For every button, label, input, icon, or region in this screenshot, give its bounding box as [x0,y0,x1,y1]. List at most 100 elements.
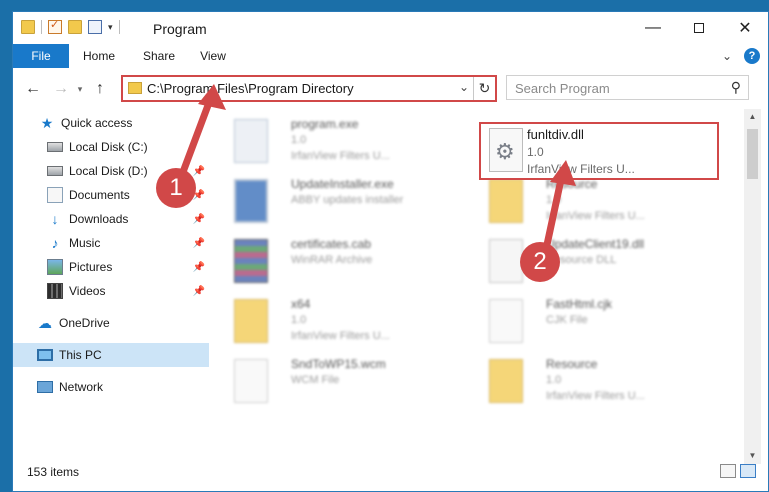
pin-icon: 📌 [192,165,205,177]
forward-arrow-icon[interactable]: → [50,78,72,100]
file-item[interactable]: FastHtml.cjk CJK File [464,293,704,349]
file-item[interactable]: certificates.cab WinRAR Archive [209,233,449,289]
sidebar-item-music[interactable]: ♪ Music 📌 [13,231,209,255]
pin-icon: 📌 [192,285,205,297]
music-icon: ♪ [51,235,59,251]
file-name: UpdateClient19.dll [546,237,645,251]
expand-ribbon-chevron-icon[interactable]: ⌄ [722,49,732,63]
navigation-pane: ★ Quick access Local Disk (C:) Local Dis… [13,109,209,469]
cloud-icon: ☁ [38,315,52,331]
properties-icon[interactable] [88,20,102,34]
file-item[interactable]: x64 1.0 IrfanView Filters U... [209,293,449,349]
installer-file-icon [234,179,268,223]
file-detail: WinRAR Archive [291,254,373,266]
file-item[interactable]: UpdateClient19.dll Resource DLL [464,233,704,289]
sidebar-item-videos[interactable]: Videos 📌 [13,279,209,303]
sidebar-item-label: Network [59,380,104,394]
scrollbar-thumb[interactable] [747,129,758,179]
file-name: SndToWP15.wcm [291,357,386,371]
drive-icon [47,166,63,176]
downloads-icon: ↓ [51,211,59,227]
address-bar[interactable]: C:\Program Files\Program Directory ⌄ ↻ [121,75,497,102]
sidebar-item-quick-access[interactable]: ★ Quick access [13,111,209,135]
folder-icon [21,20,35,34]
status-bar: 153 items [13,460,768,490]
highlighted-file-item[interactable]: ⚙ funltdiv.dll 1.0 IrfanView Filters U..… [479,122,719,180]
sidebar-item-label: Downloads [69,212,129,226]
sidebar-item-network[interactable]: Network [13,375,209,399]
large-icons-view-icon[interactable] [740,464,756,478]
details-view-icon[interactable] [720,464,736,478]
file-detail: 1.0 [291,314,307,326]
file-detail: WCM File [291,374,340,386]
maximize-icon [694,23,704,33]
file-detail: IrfanView Filters U... [527,162,635,176]
file-name: certificates.cab [291,237,372,251]
explorer-window: ▾ Program — ✕ File Home Share View ⌄ ? ←… [12,11,769,492]
dll-file-icon: ⚙ [489,128,523,172]
recent-locations-chevron-icon[interactable]: ▾ [73,78,87,100]
search-input[interactable]: Search Program ⚲ [506,75,749,100]
file-item[interactable]: UpdateInstaller.exe ABBY updates install… [209,173,449,229]
scroll-up-icon[interactable]: ▲ [744,109,761,125]
address-history-chevron-icon[interactable]: ⌄ [459,80,469,94]
sidebar-item-this-pc[interactable]: This PC [13,343,209,367]
network-icon [37,381,53,393]
file-item[interactable]: Resource 1.0 IrfanView Filters U... [464,353,704,409]
ribbon-controls: ⌄ ? [722,48,760,64]
tab-file[interactable]: File [13,44,69,68]
up-arrow-icon[interactable]: ↑ [89,78,111,100]
ribbon-tabs: File Home Share View ⌄ ? [13,44,768,68]
file-name: FastHtml.cjk [546,297,612,311]
sidebar-item-local-disk-c[interactable]: Local Disk (C:) [13,135,209,159]
back-arrow-icon[interactable]: ← [22,78,44,100]
sidebar-item-label: This PC [59,348,102,362]
vertical-scrollbar[interactable]: ▲ ▼ [744,109,761,464]
customize-toolbar-chevron-icon[interactable]: ▾ [108,22,113,33]
maximize-button[interactable] [676,12,722,44]
sidebar-item-label: Music [69,236,101,250]
sidebar-item-label: Videos [69,284,106,298]
sidebar-item-label: Pictures [69,260,113,274]
search-icon[interactable]: ⚲ [731,79,741,96]
window-title: Program [153,21,207,37]
sidebar-item-downloads[interactable]: ↓ Downloads 📌 [13,207,209,231]
help-icon[interactable]: ? [744,48,760,64]
toolbar-divider [118,20,120,34]
exe-file-icon [234,119,268,163]
tab-home[interactable]: Home [77,44,121,68]
folder-icon [234,299,268,343]
file-detail: IrfanView Filters U... [291,150,390,162]
file-list: program.exe 1.0 IrfanView Filters U... U… [209,109,744,464]
file-item[interactable]: program.exe 1.0 IrfanView Filters U... [209,113,449,169]
item-count: 153 items [27,465,80,479]
properties-check-icon[interactable] [48,18,62,34]
file-detail: 1.0 [291,134,307,146]
document-file-icon [489,299,523,343]
archive-file-icon [234,239,268,283]
sidebar-item-label: Documents [69,188,130,202]
minimize-button[interactable]: — [630,12,676,44]
address-row: ← → ▾ ↑ C:\Program Files\Program Directo… [13,73,768,103]
sidebar-item-pictures[interactable]: Pictures 📌 [13,255,209,279]
sidebar-item-onedrive[interactable]: ☁ OneDrive [13,311,209,335]
file-item[interactable]: SndToWP15.wcm WCM File [209,353,449,409]
star-icon: ★ [40,115,54,131]
close-button[interactable]: ✕ [722,12,768,44]
tab-share[interactable]: Share [137,44,181,68]
folder-icon [489,179,523,223]
sidebar-item-label: Local Disk (D:) [69,164,148,178]
pictures-icon [47,259,63,275]
address-path[interactable]: C:\Program Files\Program Directory [147,81,354,96]
file-detail: 1.0 [546,194,562,206]
refresh-icon[interactable]: ↻ [473,77,495,100]
file-detail: IrfanView Filters U... [291,330,390,342]
file-name: Resource [546,357,598,371]
file-item[interactable]: Resource 1.0 IrfanView Filters U... [464,173,704,229]
sidebar-item-label: OneDrive [59,316,110,330]
view-toggle [720,464,756,478]
callout-step-1: 1 [156,168,196,208]
file-name: x64 [291,297,311,311]
tab-view[interactable]: View [193,44,233,68]
new-folder-icon[interactable] [68,20,82,34]
